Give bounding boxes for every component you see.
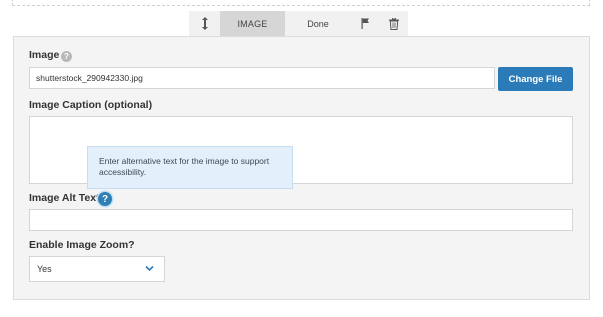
trash-icon bbox=[388, 17, 399, 30]
alt-text-input[interactable] bbox=[29, 209, 573, 231]
zoom-select[interactable]: Yes bbox=[29, 256, 165, 282]
previous-block-outline bbox=[12, 0, 590, 6]
move-block-button[interactable] bbox=[189, 11, 220, 36]
alt-text-label: Image Alt Text bbox=[29, 192, 100, 204]
zoom-label: Enable Image Zoom? bbox=[29, 239, 135, 251]
zoom-selected-value: Yes bbox=[37, 264, 52, 274]
image-help-icon[interactable]: ? bbox=[61, 51, 72, 62]
image-label: Image bbox=[29, 49, 60, 61]
done-button[interactable]: Done bbox=[285, 11, 351, 36]
delete-button[interactable] bbox=[379, 11, 408, 36]
tab-image[interactable]: IMAGE bbox=[220, 11, 285, 36]
alt-text-help-icon[interactable]: ? bbox=[98, 192, 112, 206]
move-vertical-icon bbox=[201, 17, 208, 30]
flag-icon bbox=[361, 18, 369, 29]
image-file-field[interactable]: shutterstock_290942330.jpg bbox=[29, 67, 495, 89]
change-file-button[interactable]: Change File bbox=[498, 67, 573, 91]
flag-button[interactable] bbox=[351, 11, 379, 36]
block-toolbar: IMAGE Done bbox=[189, 11, 408, 36]
caption-label: Image Caption (optional) bbox=[29, 99, 153, 111]
alt-text-tooltip: Enter alternative text for the image to … bbox=[87, 146, 293, 189]
image-file-name: shutterstock_290942330.jpg bbox=[36, 73, 143, 83]
chevron-down-icon bbox=[145, 265, 154, 272]
